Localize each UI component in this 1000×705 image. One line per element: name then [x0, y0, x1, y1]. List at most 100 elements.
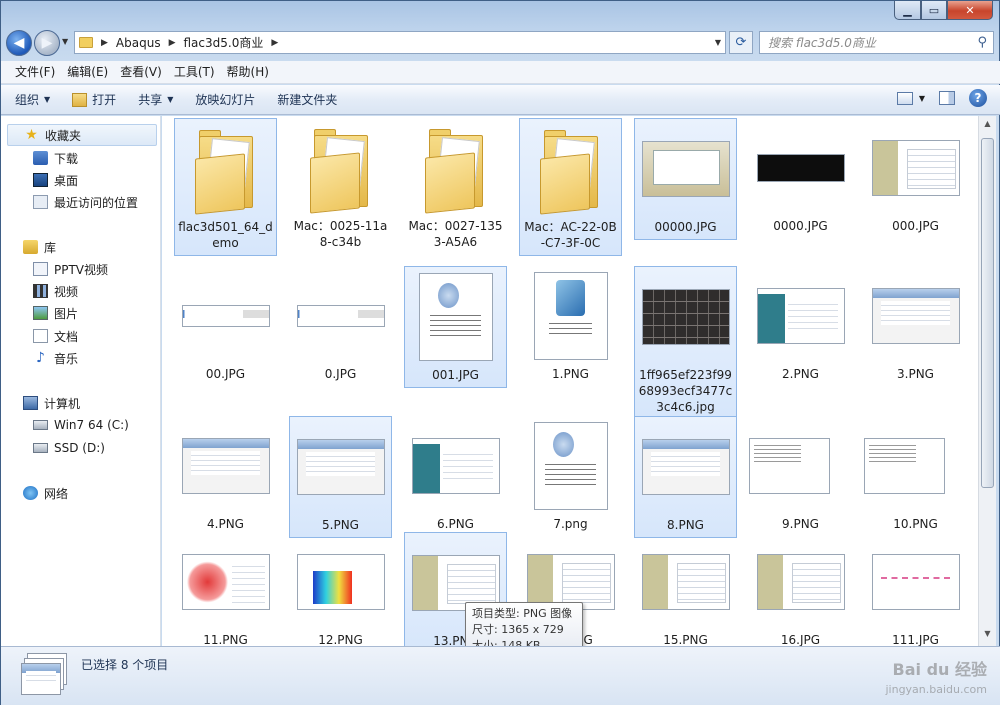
file-item[interactable]: 12.PNG: [289, 532, 392, 646]
close-button[interactable]: ✕: [947, 1, 993, 20]
address-row: ◀ ▶ ▼ ▶ Abaqus ▶ flac3d5.0商业 ▶ ▼ ⟳ 搜索 flac…: [1, 27, 1000, 59]
scroll-down-arrow[interactable]: ▼: [981, 629, 994, 643]
back-button[interactable]: ◀: [6, 30, 32, 56]
chevron-down-icon[interactable]: ▼: [715, 38, 721, 47]
file-item[interactable]: 0000.JPG: [749, 118, 852, 238]
sidebar-item-music[interactable]: ♪ 音乐: [33, 348, 78, 368]
sidebar-item-desktop[interactable]: 桌面: [33, 170, 78, 190]
file-name: 15.PNG: [663, 633, 708, 646]
sidebar-item-pictures[interactable]: 图片: [33, 303, 78, 323]
file-item[interactable]: 001.JPG: [404, 266, 507, 388]
recent-pages-dropdown[interactable]: ▼: [62, 37, 68, 46]
folder-item[interactable]: flac3d501_64_demo: [174, 118, 277, 256]
menu-file[interactable]: 文件(F): [9, 62, 61, 83]
file-item[interactable]: 00.JPG: [174, 266, 277, 386]
thumbnail: [174, 266, 277, 366]
sidebar-item-documents[interactable]: 文档: [33, 326, 78, 346]
organize-button[interactable]: 组织 ▼: [15, 91, 50, 108]
sidebar-item-label: SSD (D:): [54, 441, 105, 455]
file-item[interactable]: 1.PNG: [519, 266, 622, 386]
file-name: 1ff965ef223f9968993ecf3477c3c4c6.jpg: [638, 368, 733, 414]
file-item[interactable]: 1ff965ef223f9968993ecf3477c3c4c6.jpg: [634, 266, 737, 420]
address-bar[interactable]: ▶ Abaqus ▶ flac3d5.0商业 ▶ ▼: [74, 31, 726, 54]
chevron-down-icon: ▼: [167, 95, 174, 104]
menu-help[interactable]: 帮助(H): [221, 62, 275, 83]
scrollbar-thumb[interactable]: [981, 138, 994, 488]
explorer-window: ▁ ▭ ✕ ◀ ▶ ▼ ▶ Abaqus ▶ flac3d5.0商业 ▶ ▼ ⟳ 搜…: [0, 0, 1000, 705]
file-item[interactable]: 3.PNG: [864, 266, 967, 386]
file-item[interactable]: 9.PNG: [749, 416, 852, 536]
share-button[interactable]: 共享 ▼: [138, 91, 173, 108]
change-view-button[interactable]: ▼: [896, 91, 925, 105]
sidebar-computer[interactable]: 计算机: [7, 392, 157, 414]
sidebar-item-pptv[interactable]: PPTV视频: [33, 259, 108, 279]
folder-item[interactable]: Mac：0025-11a8-c34b: [289, 118, 392, 254]
folder-icon: [79, 37, 93, 48]
scroll-up-arrow[interactable]: ▲: [981, 119, 994, 133]
forward-button[interactable]: ▶: [34, 30, 60, 56]
help-icon[interactable]: ?: [969, 89, 987, 107]
file-item[interactable]: 16.JPG: [749, 532, 852, 646]
menu-view[interactable]: 查看(V): [114, 62, 168, 83]
refresh-button[interactable]: ⟳: [729, 31, 753, 54]
sidebar-item-recent[interactable]: 最近访问的位置: [33, 192, 138, 212]
sidebar-item-drive-d[interactable]: SSD (D:): [33, 438, 105, 458]
sidebar-network[interactable]: 网络: [7, 482, 157, 504]
view-icon: [896, 91, 913, 105]
folder-item[interactable]: Mac：AC-22-0B-C7-3F-0C: [519, 118, 622, 256]
breadcrumb-item[interactable]: Abaqus ▶: [116, 36, 176, 50]
breadcrumb-item[interactable]: flac3d5.0商业 ▶: [184, 34, 279, 51]
file-item[interactable]: 10.PNG: [864, 416, 967, 536]
sidebar-item-label: 下载: [54, 151, 79, 166]
folder-icon: [309, 125, 372, 214]
sidebar-item-drive-c[interactable]: Win7 64 (C:): [33, 415, 129, 435]
open-button[interactable]: 打开: [72, 91, 116, 108]
image-thumbnail: [871, 554, 960, 610]
minimize-button[interactable]: ▁: [894, 1, 921, 20]
menu-bar: 文件(F) 编辑(E) 查看(V) 工具(T) 帮助(H): [1, 61, 1000, 84]
search-input[interactable]: 搜索 flac3d5.0商业 ⚲: [759, 31, 994, 54]
file-item[interactable]: 000.JPG: [864, 118, 967, 238]
details-pane: 已选择 8 个项目 Bai du 经验 jingyan.baidu.com: [1, 646, 1000, 705]
new-folder-label: 新建文件夹: [277, 93, 338, 107]
new-folder-button[interactable]: 新建文件夹: [277, 91, 337, 108]
thumbnail: [404, 416, 507, 516]
vertical-scrollbar[interactable]: ▲ ▼: [978, 116, 996, 646]
chevron-down-icon: ▼: [44, 95, 51, 104]
file-item[interactable]: 15.PNG: [634, 532, 737, 646]
file-item[interactable]: 00000.JPG: [634, 118, 737, 240]
slideshow-button[interactable]: 放映幻灯片: [195, 91, 255, 108]
maximize-button[interactable]: ▭: [921, 1, 947, 20]
sidebar-group-label: 收藏夹: [45, 128, 82, 143]
file-item[interactable]: 11.PNG: [174, 532, 277, 646]
thumbnail: [289, 266, 392, 366]
file-item[interactable]: 0.JPG: [289, 266, 392, 386]
library-icon: [23, 240, 38, 254]
slideshow-label: 放映幻灯片: [195, 93, 256, 107]
image-thumbnail: [864, 438, 945, 494]
file-item[interactable]: 111.JPG: [864, 532, 967, 646]
file-item[interactable]: 6.PNG: [404, 416, 507, 536]
file-item[interactable]: 8.PNG: [634, 416, 737, 538]
menu-tools[interactable]: 工具(T): [168, 62, 221, 83]
file-name: 0.JPG: [324, 367, 357, 381]
breadcrumb-label: flac3d5.0商业: [183, 36, 264, 50]
preview-pane-icon[interactable]: [939, 91, 955, 105]
sidebar-favorites[interactable]: ★ 收藏夹: [7, 124, 157, 146]
sidebar-item-downloads[interactable]: 下载: [33, 148, 78, 168]
thumbnail-stack: [21, 663, 61, 695]
thumbnail: [519, 416, 622, 516]
file-item[interactable]: 4.PNG: [174, 416, 277, 536]
folder-item[interactable]: Mac：0027-1353-A5A6: [404, 118, 507, 254]
file-item[interactable]: 7.png: [519, 416, 622, 536]
thumbnail: [749, 416, 852, 516]
image-thumbnail: [641, 439, 730, 495]
menu-edit[interactable]: 编辑(E): [61, 62, 114, 83]
sidebar-item-videos[interactable]: 视频: [33, 281, 78, 301]
sidebar-libraries[interactable]: 库: [7, 236, 157, 258]
file-item[interactable]: 5.PNG: [289, 416, 392, 538]
file-item[interactable]: 2.PNG: [749, 266, 852, 386]
sidebar-item-label: Win7 64 (C:): [54, 418, 129, 432]
search-icon[interactable]: ⚲: [977, 35, 987, 50]
tooltip-type: 项目类型: PNG 图像: [472, 607, 573, 620]
